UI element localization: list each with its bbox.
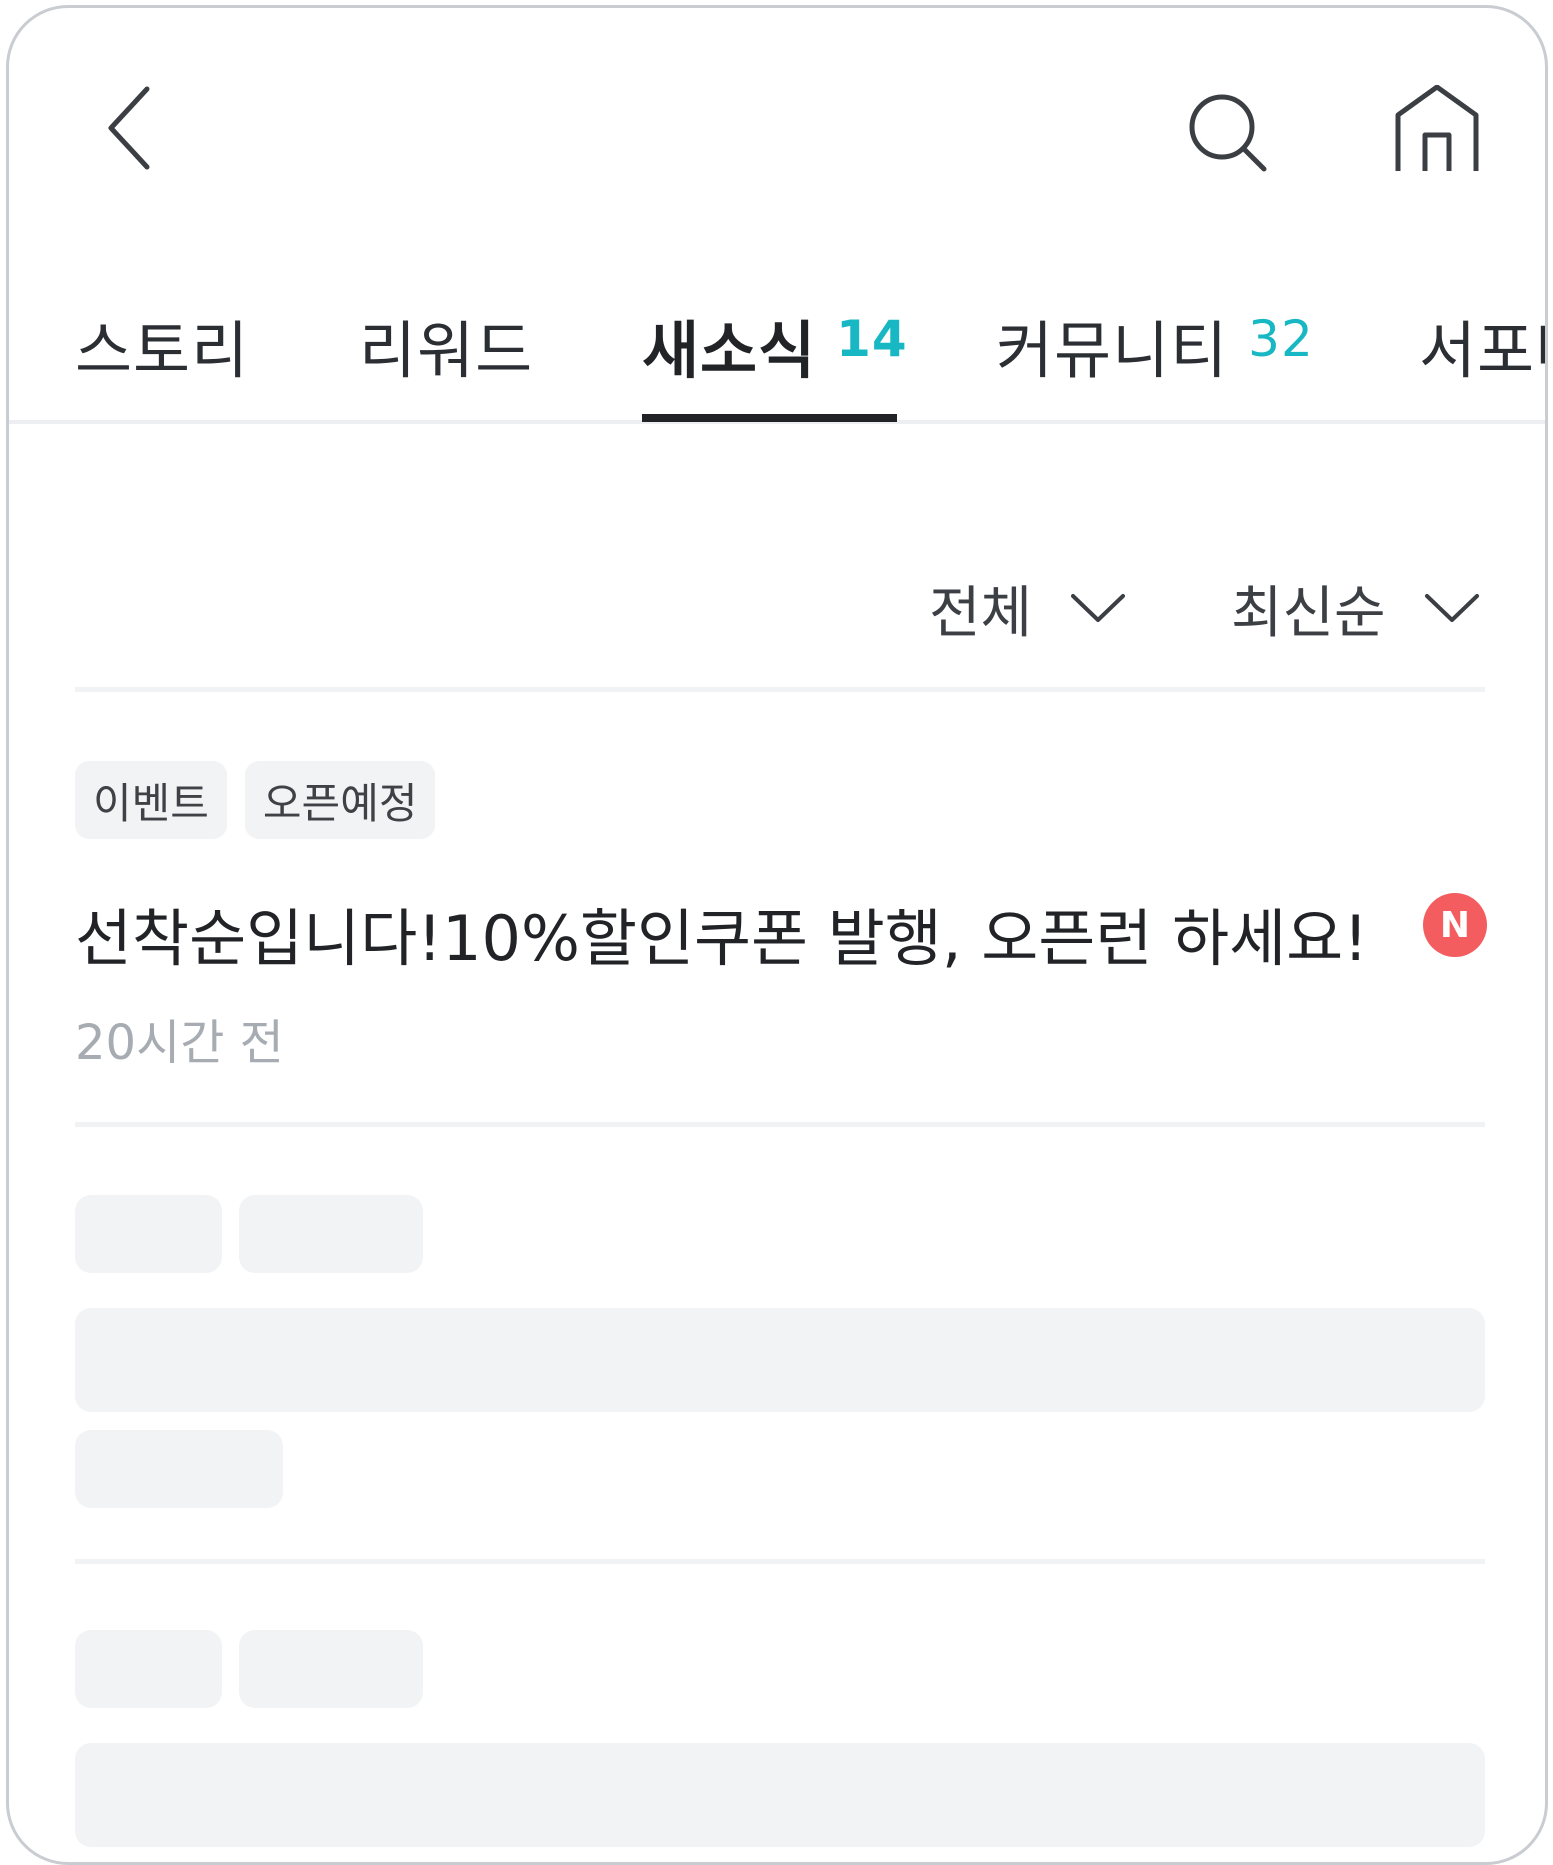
tab-label: 새소식 — [642, 314, 817, 387]
post-title[interactable]: 선착순입니다!10%할인쿠폰 발행, 오픈런 하세요! — [75, 888, 1368, 978]
tab-label: 리워드 — [359, 314, 534, 387]
filter-bar: 전체 최신순 — [9, 568, 1545, 648]
tab-news[interactable]: 새소식 14 — [642, 278, 908, 420]
tab-label: 서포터 — [1419, 314, 1545, 387]
skeleton-chip — [75, 1630, 222, 1708]
divider — [75, 1122, 1485, 1127]
tab-supporter[interactable]: 서포터 — [1419, 278, 1545, 420]
skeleton-time — [75, 1430, 283, 1508]
tab-reward[interactable]: 리워드 — [359, 278, 533, 420]
skeleton-title — [75, 1308, 1485, 1412]
new-badge: N — [1423, 893, 1487, 957]
skeleton-chip — [75, 1195, 222, 1273]
divider — [75, 1559, 1485, 1564]
chevron-left-icon — [108, 86, 150, 170]
tab-label: 스토리 — [75, 314, 250, 387]
chevron-down-icon — [1070, 591, 1126, 625]
tag-chip: 오픈예정 — [244, 761, 436, 839]
tab-community[interactable]: 커뮤니티 32 — [996, 278, 1314, 420]
home-icon — [1395, 85, 1479, 171]
search-button[interactable] — [1179, 84, 1279, 184]
back-button[interactable] — [93, 78, 173, 178]
category-filter-dropdown[interactable]: 전체 — [929, 568, 1126, 648]
tab-count: 14 — [836, 310, 908, 368]
search-icon — [1189, 94, 1267, 172]
skeleton-chip — [239, 1195, 423, 1273]
skeleton-title — [75, 1743, 1485, 1847]
sort-label: 최신순 — [1231, 580, 1386, 646]
top-bar — [9, 8, 1545, 248]
home-button[interactable] — [1387, 80, 1487, 180]
post-tags: 이벤트 오픈예정 — [75, 761, 436, 839]
category-filter-label: 전체 — [929, 580, 1033, 646]
divider — [75, 687, 1485, 692]
chevron-down-icon — [1424, 591, 1480, 625]
tab-bar: 스토리 리워드 새소식 14 커뮤니티 32 서포터 — [9, 278, 1545, 424]
sort-dropdown[interactable]: 최신순 — [1231, 568, 1480, 648]
tab-label: 커뮤니티 — [996, 314, 1229, 387]
active-tab-indicator — [642, 414, 897, 422]
post-timestamp: 20시간 전 — [75, 1015, 284, 1071]
phone-frame: 스토리 리워드 새소식 14 커뮤니티 32 서포터 전체 최신순 — [6, 5, 1548, 1865]
tag-chip: 이벤트 — [75, 761, 227, 839]
tab-count: 32 — [1248, 310, 1314, 368]
tab-story[interactable]: 스토리 — [75, 278, 249, 420]
skeleton-chip — [239, 1630, 423, 1708]
